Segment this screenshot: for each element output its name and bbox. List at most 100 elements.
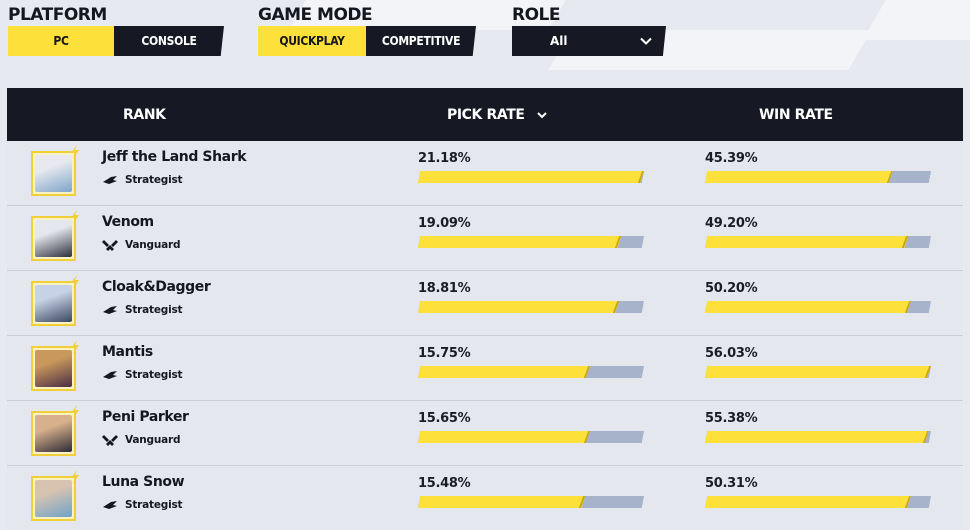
win-rate-bar — [705, 431, 931, 443]
pick-rate-bar — [418, 431, 644, 443]
game-mode-filter: GAME MODE QUICKPLAY COMPETITIVE — [258, 4, 476, 56]
lightning-icon — [71, 405, 79, 419]
hero-name[interactable]: Jeff the Land Shark — [102, 149, 247, 165]
win-rate-bar — [705, 366, 931, 378]
hero-role-label: Strategist — [125, 304, 183, 316]
hero-name[interactable]: Luna Snow — [102, 474, 185, 490]
hero-name[interactable]: Venom — [102, 214, 154, 230]
lightning-icon — [71, 275, 79, 289]
pick-rate-bar — [418, 171, 644, 183]
strategist-icon — [103, 501, 117, 509]
pick-rate-column-header[interactable]: PICK RATE — [447, 88, 549, 141]
hero-role: Vanguard — [102, 434, 180, 446]
lightning-icon — [71, 340, 79, 354]
strategist-icon — [103, 371, 117, 379]
game-mode-quickplay-button[interactable]: QUICKPLAY — [258, 26, 366, 56]
hero-avatar — [31, 210, 79, 261]
win-rate-bar — [705, 301, 931, 313]
hero-avatar — [31, 275, 79, 326]
win-rate-column-header[interactable]: WIN RATE — [759, 88, 833, 141]
chevron-down-icon — [640, 37, 652, 45]
platform-label: PLATFORM — [8, 5, 107, 25]
table-row[interactable]: Cloak&Dagger Strategist 18.81% 50.20% — [7, 271, 963, 336]
hero-role-label: Strategist — [125, 499, 183, 511]
game-mode-label: GAME MODE — [258, 5, 373, 25]
win-rate-cell: 50.20% — [705, 281, 931, 313]
hero-avatar — [31, 405, 79, 456]
pick-rate-header-label: PICK RATE — [447, 106, 525, 123]
win-rate-bar-fill — [705, 431, 929, 443]
pick-rate-bar — [418, 301, 644, 313]
hero-portrait — [35, 480, 72, 517]
hero-portrait — [35, 285, 72, 322]
pick-rate-value: 15.75% — [418, 346, 471, 361]
hero-portrait — [35, 350, 72, 387]
hero-name[interactable]: Peni Parker — [102, 409, 189, 425]
hero-role: Vanguard — [102, 239, 180, 251]
table-row[interactable]: Mantis Strategist 15.75% 56.03% — [7, 336, 963, 401]
hero-name[interactable]: Mantis — [102, 344, 153, 360]
win-rate-value: 50.31% — [705, 476, 758, 491]
game-mode-competitive-button[interactable]: COMPETITIVE — [366, 26, 476, 56]
pick-rate-value: 15.48% — [418, 476, 471, 491]
role-select[interactable]: All — [512, 26, 666, 56]
hero-avatar — [31, 340, 79, 391]
sort-chevron-down-icon — [536, 111, 547, 118]
win-rate-bar-fill — [705, 301, 911, 313]
win-rate-value: 45.39% — [705, 151, 758, 166]
pick-rate-cell: 19.09% — [418, 216, 644, 248]
win-rate-cell: 56.03% — [705, 346, 931, 378]
platform-pc-button[interactable]: PC — [8, 26, 114, 56]
win-rate-value: 56.03% — [705, 346, 758, 361]
pick-rate-bar-fill — [418, 301, 619, 313]
lightning-icon — [71, 470, 79, 484]
hero-role: Strategist — [102, 304, 183, 316]
strategist-icon — [103, 306, 117, 314]
pick-rate-bar-fill — [418, 431, 590, 443]
platform-console-button[interactable]: CONSOLE — [114, 26, 224, 56]
win-rate-value: 49.20% — [705, 216, 758, 231]
hero-name[interactable]: Cloak&Dagger — [102, 279, 211, 295]
pick-rate-value: 18.81% — [418, 281, 471, 296]
table-row[interactable]: Peni Parker Vanguard 15.65% 55.38% — [7, 401, 963, 466]
hero-portrait — [35, 415, 72, 452]
pick-rate-bar-fill — [418, 496, 585, 508]
pick-rate-bar — [418, 366, 644, 378]
platform-filter: PLATFORM PC CONSOLE — [8, 4, 224, 56]
win-rate-bar — [705, 171, 931, 183]
hero-role-label: Vanguard — [125, 434, 181, 446]
table-row[interactable]: Luna Snow Strategist 15.48% 50.31% — [7, 466, 963, 530]
hero-stats-table: RANK PICK RATE WIN RATE Jeff the Land Sh… — [7, 88, 963, 530]
pick-rate-cell: 15.48% — [418, 476, 644, 508]
hero-role-label: Vanguard — [125, 239, 181, 251]
lightning-icon — [71, 210, 79, 224]
vanguard-icon — [102, 435, 118, 446]
pick-rate-cell: 18.81% — [418, 281, 644, 313]
hero-portrait — [35, 220, 72, 257]
win-rate-value: 55.38% — [705, 411, 758, 426]
hero-portrait — [35, 155, 72, 192]
hero-role: Strategist — [102, 499, 183, 511]
pick-rate-cell: 21.18% — [418, 151, 644, 183]
pick-rate-bar-fill — [418, 236, 621, 248]
table-header: RANK PICK RATE WIN RATE — [7, 88, 963, 141]
win-rate-bar — [705, 236, 931, 248]
vanguard-icon — [102, 240, 118, 251]
win-rate-bar-fill — [705, 236, 908, 248]
rank-column-header[interactable]: RANK — [123, 88, 166, 141]
pick-rate-bar — [418, 496, 644, 508]
role-filter: ROLE All — [512, 4, 666, 56]
pick-rate-value: 19.09% — [418, 216, 471, 231]
hero-avatar — [31, 145, 79, 196]
table-row[interactable]: Venom Vanguard 19.09% 49.20% — [7, 206, 963, 271]
pick-rate-cell: 15.65% — [418, 411, 644, 443]
role-select-value: All — [550, 34, 568, 48]
pick-rate-value: 15.65% — [418, 411, 471, 426]
game-mode-toggle: QUICKPLAY COMPETITIVE — [258, 26, 476, 56]
hero-avatar — [31, 470, 79, 521]
win-rate-bar-fill — [705, 171, 893, 183]
lightning-icon — [71, 145, 79, 159]
pick-rate-value: 21.18% — [418, 151, 471, 166]
win-rate-cell: 45.39% — [705, 151, 931, 183]
table-row[interactable]: Jeff the Land Shark Strategist 21.18% 45… — [7, 141, 963, 206]
